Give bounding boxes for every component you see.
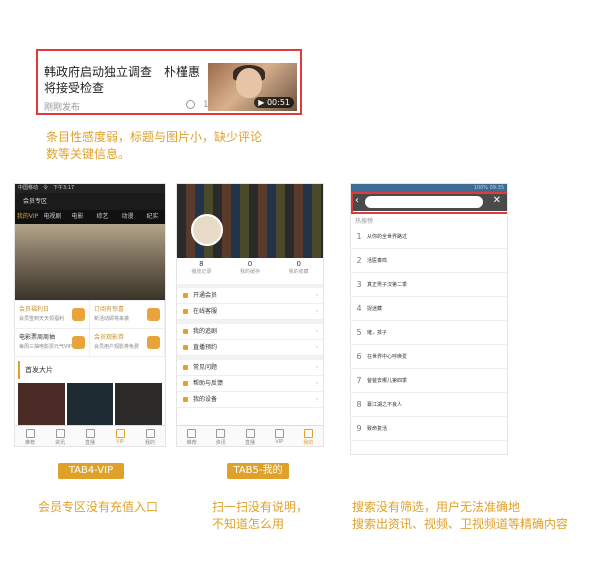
video-duration: ▶ 00:51 bbox=[254, 97, 294, 108]
tab-bar: 推荐 资讯 直播 VIP 我的 bbox=[177, 425, 323, 446]
poster[interactable] bbox=[66, 383, 114, 425]
caption-mine: TAB5-我的 bbox=[227, 463, 289, 479]
menu-feedback[interactable]: 帮助与反馈 bbox=[177, 376, 323, 392]
vip-cell[interactable]: 电影票周周抽 每周三抽电影票元气VIP bbox=[15, 329, 90, 357]
tab-variety[interactable]: 综艺 bbox=[90, 210, 115, 224]
stat-history[interactable]: 8 播放记录 bbox=[177, 258, 226, 284]
ticket-icon bbox=[72, 336, 85, 349]
star-icon bbox=[25, 429, 35, 438]
tab-news[interactable]: 资讯 bbox=[45, 426, 75, 446]
tab-movie[interactable]: 电影 bbox=[65, 210, 90, 224]
tab-tv[interactable]: 电视剧 bbox=[40, 210, 65, 224]
crown-icon bbox=[274, 429, 284, 438]
comment-icon bbox=[186, 100, 195, 109]
crown-icon bbox=[115, 429, 125, 438]
list-item[interactable]: 5 璀，孩子 bbox=[351, 321, 507, 345]
star-icon bbox=[187, 429, 197, 438]
tab-live[interactable]: 直播 bbox=[235, 426, 264, 446]
stat-cache[interactable]: 0 我的缓存 bbox=[226, 258, 275, 284]
stat-favorites[interactable]: 0 我的收藏 bbox=[274, 258, 323, 284]
live-icon bbox=[245, 429, 255, 438]
vip-cell[interactable]: 会员观影券 会员用户观影券免费 bbox=[90, 329, 165, 357]
tab-vip[interactable]: VIP bbox=[105, 426, 135, 446]
note-top: 条目性感度弱，标题与图片小，缺少评论 数等关键信息。 bbox=[46, 130, 263, 161]
tab-documentary[interactable]: 纪实 bbox=[140, 210, 165, 224]
tab-vip[interactable]: VIP bbox=[265, 426, 294, 446]
news-thumbnail[interactable]: ▶ 00:51 bbox=[208, 63, 297, 111]
tab-mine[interactable]: 我的 bbox=[294, 426, 323, 446]
tab-bar: 推荐 资讯 直播 VIP 我的 bbox=[15, 425, 165, 446]
vip-banner[interactable] bbox=[15, 224, 165, 300]
menu-devices[interactable]: 我的设备 bbox=[177, 392, 323, 408]
person-face bbox=[236, 68, 262, 98]
menu-open-vip[interactable]: 开通会员 bbox=[177, 288, 323, 304]
profile-header bbox=[177, 184, 323, 258]
note-mine: 扫一扫没有说明， 不知道怎么用 bbox=[212, 500, 309, 531]
news-icon bbox=[55, 429, 65, 438]
list-item[interactable]: 9 致命复活 bbox=[351, 417, 507, 441]
vip-cell[interactable]: 订阅有惊喜 新活动即将来袭 bbox=[90, 301, 165, 329]
list-item[interactable]: 2 活医奏鸣 bbox=[351, 249, 507, 273]
note-vip: 会员专区没有充值入口 bbox=[38, 500, 159, 514]
user-icon bbox=[145, 429, 155, 438]
menu-following[interactable]: 我的追剧 bbox=[177, 324, 323, 340]
gift-icon bbox=[72, 308, 85, 321]
vip-grid: 会员福利日 会员签到天天领福利 订阅有惊喜 新活动即将来袭 电影票周周抽 每周三抽电影… bbox=[15, 300, 165, 357]
news-card[interactable]: 韩政府启动独立调查 朴槿惠将接受检查 刚刚发布 1331 ▶ 00:51 bbox=[36, 49, 302, 115]
tab-news[interactable]: 资讯 bbox=[206, 426, 235, 446]
tab-anime[interactable]: 动漫 bbox=[115, 210, 140, 224]
vip-cell[interactable]: 会员福利日 会员签到天天领福利 bbox=[15, 301, 90, 329]
phone-search: 100% 09:35 ‹ ✕ 热搜榜 1 从你的全世界路过 2 活医奏鸣 3 真正男子… bbox=[350, 183, 508, 455]
menu-service[interactable]: 在线客服 bbox=[177, 304, 323, 320]
news-time: 刚刚发布 bbox=[44, 103, 81, 113]
profile-stats: 8 播放记录 0 我的缓存 0 我的收藏 bbox=[177, 258, 323, 288]
news-title: 韩政府启动独立调查 朴槿惠将接受检查 bbox=[44, 65, 201, 95]
list-item[interactable]: 3 真正男子汉第二季 bbox=[351, 273, 507, 297]
list-item[interactable]: 8 幕江湖之不良人 bbox=[351, 393, 507, 417]
tab-mine[interactable]: 我的 bbox=[135, 426, 165, 446]
tab-recommend[interactable]: 推荐 bbox=[177, 426, 206, 446]
list-item[interactable]: 7 爸爸去哪儿第四季 bbox=[351, 369, 507, 393]
phone-mine: 8播放记录 0我的缓存 0我的收藏 开通会员 在线客服 我的追剧 直播预约 常见… bbox=[176, 183, 324, 447]
note-search: 搜索没有筛选，用户无法准确地 搜索出资讯、视频、卫视频道等精确内容 bbox=[352, 500, 569, 531]
category-tabs: 我的VIP 电视剧 电影 综艺 动漫 纪实 bbox=[15, 210, 165, 224]
live-icon bbox=[85, 429, 95, 438]
list-item[interactable]: 6 在世界中心呼唤爱 bbox=[351, 345, 507, 369]
caption-vip: TAB4-VIP bbox=[58, 463, 124, 479]
menu-faq[interactable]: 常见问题 bbox=[177, 360, 323, 376]
poster-row bbox=[15, 383, 165, 425]
poster[interactable] bbox=[18, 383, 65, 425]
tab-recommend[interactable]: 推荐 bbox=[15, 426, 45, 446]
poster[interactable] bbox=[115, 383, 163, 425]
tab-my-vip[interactable]: 我的VIP bbox=[15, 210, 40, 224]
coupon-icon bbox=[147, 336, 160, 349]
phone-vip: 中国移动 令 下午3:17 会员专区 我的VIP 电视剧 电影 综艺 动漫 纪实… bbox=[14, 183, 166, 447]
highlight-box bbox=[351, 192, 507, 214]
avatar[interactable] bbox=[191, 214, 223, 246]
status-bar: 中国移动 令 下午3:17 bbox=[15, 184, 165, 193]
tab-live[interactable]: 直播 bbox=[75, 426, 105, 446]
news-icon bbox=[216, 429, 226, 438]
page-title: 会员专区 bbox=[15, 193, 165, 210]
menu-live-booking[interactable]: 直播预约 bbox=[177, 340, 323, 356]
list-item[interactable]: 1 从你的全世界路过 bbox=[351, 225, 507, 249]
gift-icon bbox=[147, 308, 160, 321]
user-icon bbox=[303, 429, 313, 438]
list-item[interactable]: 4 捉迷藏 bbox=[351, 297, 507, 321]
section-title: 首发大片 bbox=[18, 361, 162, 379]
